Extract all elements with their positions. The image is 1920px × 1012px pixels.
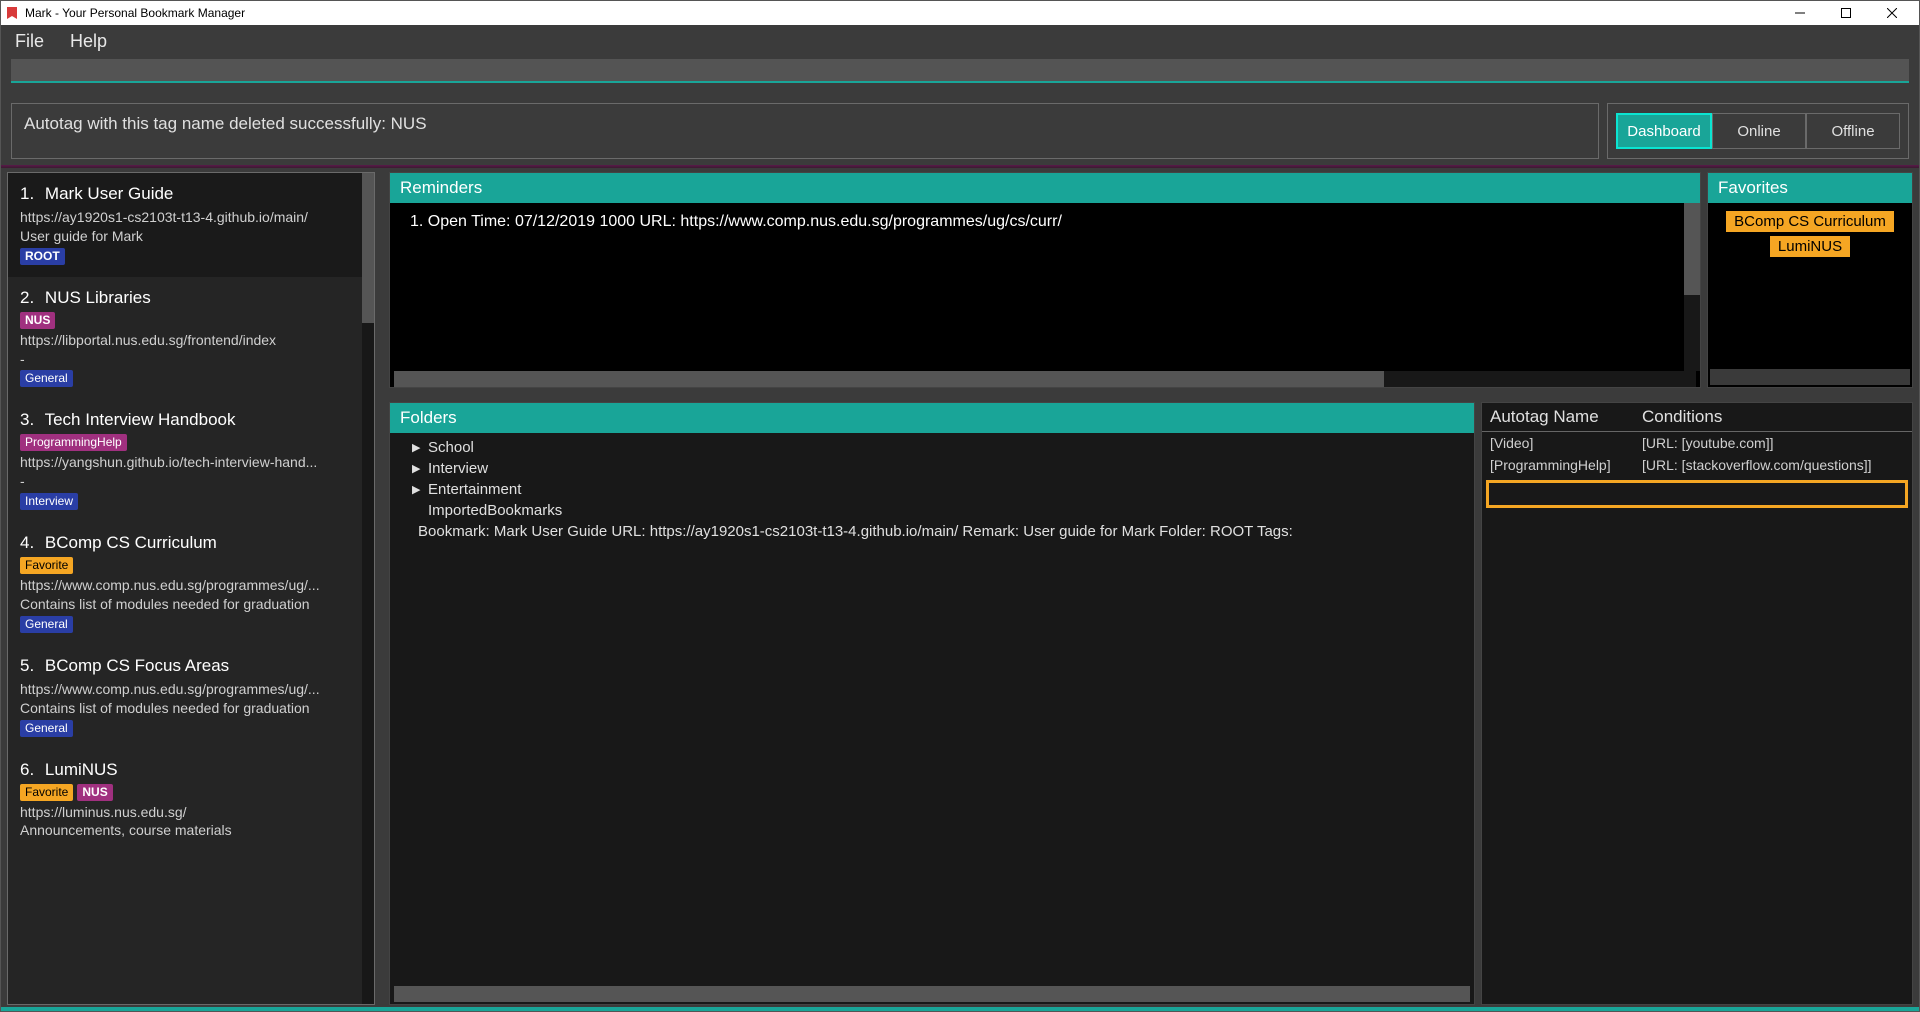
reminders-panel: Reminders 1. Open Time: 07/12/2019 1000 … — [389, 172, 1701, 388]
reminders-hscroll[interactable] — [394, 371, 1696, 387]
favorites-hscroll[interactable] — [1710, 369, 1910, 385]
bookmark-item[interactable]: 5. BComp CS Focus Areashttps://www.comp.… — [8, 645, 374, 749]
bookmark-list[interactable]: 1. Mark User Guidehttps://ay1920s1-cs210… — [7, 172, 375, 1005]
autotag-row[interactable]: [ProgrammingHelp][URL: [stackoverflow.co… — [1482, 454, 1912, 476]
reminders-vscroll[interactable] — [1684, 203, 1700, 371]
sidebar-scrollbar[interactable] — [362, 173, 374, 1004]
menu-help[interactable]: Help — [64, 29, 113, 54]
menubar: File Help — [1, 25, 1919, 57]
tag-general: General — [20, 616, 73, 633]
bookmark-item[interactable]: 3. Tech Interview HandbookProgrammingHel… — [8, 399, 374, 522]
autotag-panel: Autotag Name Conditions [Video][URL: [yo… — [1481, 402, 1913, 1005]
reminder-item[interactable]: 1. Open Time: 07/12/2019 1000 URL: https… — [410, 213, 1680, 231]
reminders-header: Reminders — [390, 173, 1700, 203]
tag-favorite: Favorite — [20, 557, 73, 574]
tab-offline[interactable]: Offline — [1806, 113, 1900, 149]
tab-online[interactable]: Online — [1712, 113, 1806, 149]
tag-general: General — [20, 720, 73, 737]
bookmark-item[interactable]: 6. LumiNUSFavoriteNUShttps://luminus.nus… — [8, 749, 374, 851]
folder-node[interactable]: ImportedBookmarks — [390, 500, 1474, 521]
tab-dashboard[interactable]: Dashboard — [1616, 113, 1712, 149]
favorite-chip[interactable]: LumiNUS — [1770, 236, 1850, 257]
minimize-button[interactable] — [1777, 1, 1823, 25]
tag-favorite: Favorite — [20, 784, 73, 801]
view-tabs: Dashboard Online Offline — [1607, 103, 1909, 159]
autotag-col-cond: Conditions — [1642, 407, 1722, 427]
autotag-selected-empty-row[interactable] — [1486, 480, 1908, 508]
bookmark-item[interactable]: 4. BComp CS CurriculumFavoritehttps://ww… — [8, 522, 374, 645]
window-title: Mark - Your Personal Bookmark Manager — [25, 6, 245, 20]
folders-header: Folders — [390, 403, 1474, 433]
folder-node[interactable]: ▶Entertainment — [390, 479, 1474, 500]
favorite-chip[interactable]: BComp CS Curriculum — [1726, 211, 1894, 232]
bookmark-item[interactable]: 1. Mark User Guidehttps://ay1920s1-cs210… — [8, 173, 374, 277]
command-input[interactable] — [11, 59, 1909, 83]
tag-nus: NUS — [77, 784, 112, 801]
maximize-button[interactable] — [1823, 1, 1869, 25]
close-button[interactable] — [1869, 1, 1915, 25]
app-icon — [5, 6, 19, 20]
folder-detail-line: Bookmark: Mark User Guide URL: https://a… — [390, 521, 1474, 542]
bookmark-item[interactable]: 2. NUS LibrariesNUShttps://libportal.nus… — [8, 277, 374, 400]
favorites-header: Favorites — [1708, 173, 1912, 203]
chevron-right-icon: ▶ — [412, 441, 424, 454]
favorites-panel: Favorites BComp CS Curriculum LumiNUS — [1707, 172, 1913, 388]
menu-file[interactable]: File — [9, 29, 50, 54]
tag-interview: Interview — [20, 493, 78, 510]
folder-node[interactable]: ▶School — [390, 437, 1474, 458]
autotag-row[interactable]: [Video][URL: [youtube.com]] — [1482, 432, 1912, 454]
tag-root: ROOT — [20, 248, 65, 265]
chevron-right-icon: ▶ — [412, 462, 424, 475]
folders-hscroll[interactable] — [394, 986, 1470, 1002]
folders-panel: Folders ▶School▶Interview▶EntertainmentI… — [389, 402, 1475, 1005]
chevron-right-icon: ▶ — [412, 483, 424, 496]
autotag-col-name: Autotag Name — [1482, 407, 1642, 427]
status-message: Autotag with this tag name deleted succe… — [11, 103, 1599, 159]
tag-programming: ProgrammingHelp — [20, 434, 127, 451]
tag-nus: NUS — [20, 312, 55, 329]
titlebar: Mark - Your Personal Bookmark Manager — [1, 1, 1919, 25]
folder-node[interactable]: ▶Interview — [390, 458, 1474, 479]
tag-general: General — [20, 370, 73, 387]
